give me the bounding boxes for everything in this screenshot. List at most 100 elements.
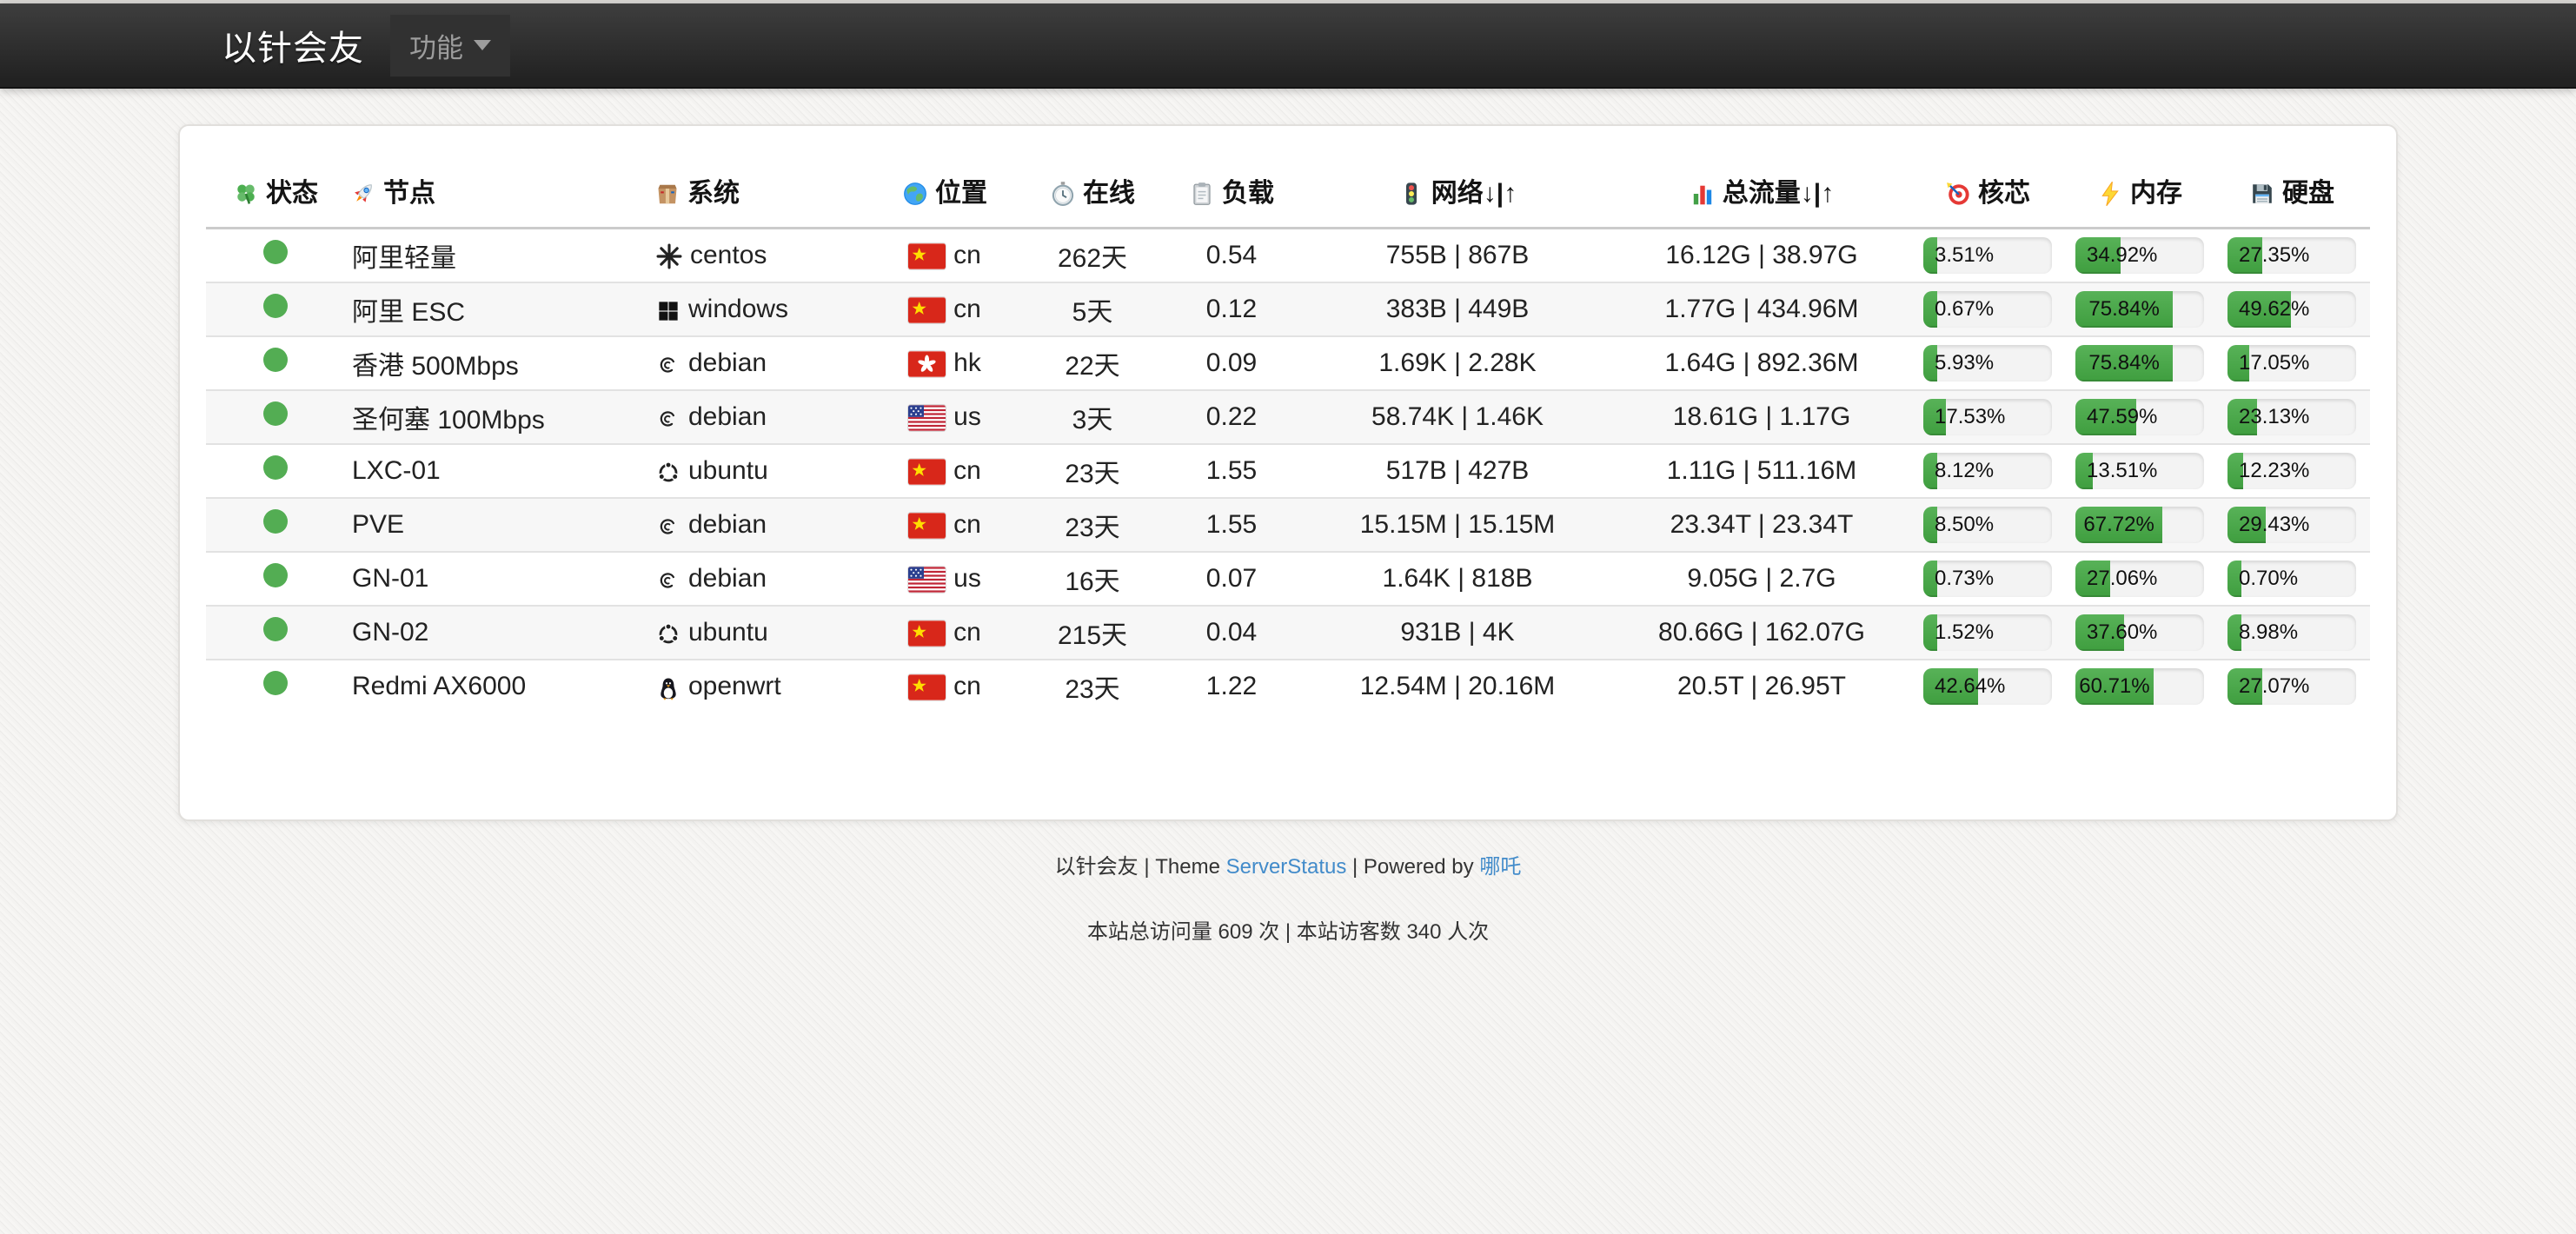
status-cell bbox=[206, 336, 345, 390]
status-online-dot bbox=[263, 401, 288, 426]
column-header-uptime: 在线 bbox=[1023, 159, 1162, 229]
status-cell bbox=[206, 606, 345, 660]
cpu-progress-label: 17.53% bbox=[1935, 399, 2005, 435]
clipboard-icon bbox=[1189, 181, 1215, 207]
disk-progress: 23.13% bbox=[2227, 399, 2356, 435]
load-cell: 0.04 bbox=[1162, 606, 1301, 660]
location-code: cn bbox=[953, 456, 981, 485]
cpu-progress: 17.53% bbox=[1923, 399, 2052, 435]
server-row[interactable]: Redmi AX6000openwrtcn23天1.2212.54M | 20.… bbox=[206, 660, 2370, 713]
brand-link[interactable]: 以针会友 bbox=[178, 20, 364, 70]
disk-progress-label: 27.35% bbox=[2239, 237, 2309, 274]
network-speed-cell: 383B | 449B bbox=[1301, 282, 1614, 336]
load-cell: 0.22 bbox=[1162, 390, 1301, 444]
location-cell: cn bbox=[866, 444, 1023, 498]
column-header-label-uptime: 在线 bbox=[1083, 179, 1135, 208]
total-traffic-cell: 80.66G | 162.07G bbox=[1614, 606, 1909, 660]
location-code: cn bbox=[953, 672, 981, 700]
debian-icon bbox=[656, 568, 681, 593]
load-cell: 1.55 bbox=[1162, 444, 1301, 498]
column-header-load: 负载 bbox=[1162, 159, 1301, 229]
status-online-dot bbox=[263, 509, 288, 534]
node-name-cell: 香港 500Mbps bbox=[345, 336, 649, 390]
location-code: cn bbox=[953, 618, 981, 647]
ram-progress-label: 13.51% bbox=[2087, 453, 2157, 489]
cpu-cell: 5.93% bbox=[1909, 336, 2066, 390]
table-header-row: 状态节点系统位置在线负载网络↓|↑总流量↓|↑核芯内存硬盘 bbox=[206, 159, 2370, 229]
flag-cn-icon bbox=[908, 513, 946, 539]
cpu-progress-label: 0.73% bbox=[1935, 561, 1994, 597]
network-speed-cell: 931B | 4K bbox=[1301, 606, 1614, 660]
clover-icon bbox=[233, 181, 259, 207]
menu-dropdown-toggle[interactable]: 功能 bbox=[390, 15, 510, 76]
server-row[interactable]: 圣何塞 100Mbpsdebianus3天0.2258.74K | 1.46K1… bbox=[206, 390, 2370, 444]
server-row[interactable]: 阿里 ESCwindowscn5天0.12383B | 449B1.77G | … bbox=[206, 282, 2370, 336]
location-code: us bbox=[953, 564, 981, 593]
column-header-disk: 硬盘 bbox=[2214, 159, 2370, 229]
system-cell: ubuntu bbox=[649, 606, 866, 660]
load-cell: 0.07 bbox=[1162, 552, 1301, 606]
column-header-label-ram: 内存 bbox=[2130, 179, 2182, 208]
cpu-progress-label: 0.67% bbox=[1935, 291, 1994, 328]
cpu-progress-label: 42.64% bbox=[1935, 668, 2005, 705]
server-row[interactable]: PVEdebiancn23天1.5515.15M | 15.15M23.34T … bbox=[206, 498, 2370, 552]
system-cell: windows bbox=[649, 282, 866, 336]
server-row[interactable]: 阿里轻量centoscn262天0.54755B | 867B16.12G | … bbox=[206, 229, 2370, 282]
system-cell: debian bbox=[649, 498, 866, 552]
load-cell: 0.12 bbox=[1162, 282, 1301, 336]
status-online-dot bbox=[263, 671, 288, 695]
server-row[interactable]: 香港 500Mbpsdebianhk22天0.091.69K | 2.28K1.… bbox=[206, 336, 2370, 390]
flag-us-icon bbox=[908, 405, 946, 431]
location-cell: cn bbox=[866, 660, 1023, 713]
disk-progress: 0.70% bbox=[2227, 561, 2356, 597]
chevron-down-icon bbox=[474, 40, 491, 50]
location-cell: cn bbox=[866, 282, 1023, 336]
system-cell: debian bbox=[649, 390, 866, 444]
cpu-progress: 0.73% bbox=[1923, 561, 2052, 597]
disk-progress-label: 27.07% bbox=[2239, 668, 2309, 705]
cpu-progress-label: 1.52% bbox=[1935, 614, 1994, 651]
uptime-cell: 16天 bbox=[1023, 552, 1162, 606]
ram-progress: 47.59% bbox=[2075, 399, 2204, 435]
cpu-progress-label: 8.12% bbox=[1935, 453, 1994, 489]
cpu-cell: 0.67% bbox=[1909, 282, 2066, 336]
disk-progress: 17.05% bbox=[2227, 345, 2356, 381]
powered-by-link[interactable]: 哪吒 bbox=[1479, 855, 1521, 879]
disk-cell: 27.35% bbox=[2214, 229, 2370, 282]
column-header-ram: 内存 bbox=[2066, 159, 2214, 229]
os-name: openwrt bbox=[688, 672, 781, 700]
column-header-cpu: 核芯 bbox=[1909, 159, 2066, 229]
column-header-traffic: 总流量↓|↑ bbox=[1614, 159, 1909, 229]
column-header-label-status: 状态 bbox=[266, 179, 318, 208]
disk-cell: 29.43% bbox=[2214, 498, 2370, 552]
uptime-cell: 22天 bbox=[1023, 336, 1162, 390]
node-name-cell: 阿里轻量 bbox=[345, 229, 649, 282]
server-row[interactable]: LXC-01ubuntucn23天1.55517B | 427B1.11G | … bbox=[206, 444, 2370, 498]
system-cell: debian bbox=[649, 552, 866, 606]
server-row[interactable]: GN-01debianus16天0.071.64K | 818B9.05G | … bbox=[206, 552, 2370, 606]
network-speed-cell: 15.15M | 15.15M bbox=[1301, 498, 1614, 552]
debian-icon bbox=[656, 514, 681, 539]
location-cell: hk bbox=[866, 336, 1023, 390]
ram-progress-label: 47.59% bbox=[2087, 399, 2157, 435]
ram-progress-label: 67.72% bbox=[2075, 507, 2162, 543]
location-code: cn bbox=[953, 510, 981, 539]
location-cell: cn bbox=[866, 606, 1023, 660]
cpu-progress-label: 5.93% bbox=[1935, 345, 1994, 381]
node-name-cell: Redmi AX6000 bbox=[345, 660, 649, 713]
status-cell bbox=[206, 498, 345, 552]
debian-icon bbox=[656, 353, 681, 377]
disk-cell: 23.13% bbox=[2214, 390, 2370, 444]
menu-dropdown-label: 功能 bbox=[409, 26, 463, 65]
bar-chart-icon bbox=[1690, 181, 1716, 207]
cpu-cell: 8.12% bbox=[1909, 444, 2066, 498]
os-name: debian bbox=[688, 348, 767, 377]
server-row[interactable]: GN-02ubuntucn215天0.04931B | 4K80.66G | 1… bbox=[206, 606, 2370, 660]
dart-icon bbox=[1945, 181, 1971, 207]
theme-link[interactable]: ServerStatus bbox=[1226, 855, 1347, 879]
node-name-cell: GN-02 bbox=[345, 606, 649, 660]
load-cell: 0.09 bbox=[1162, 336, 1301, 390]
disk-progress: 49.62% bbox=[2227, 291, 2356, 328]
flag-cn-icon bbox=[908, 459, 946, 485]
openwrt-icon bbox=[656, 676, 681, 700]
